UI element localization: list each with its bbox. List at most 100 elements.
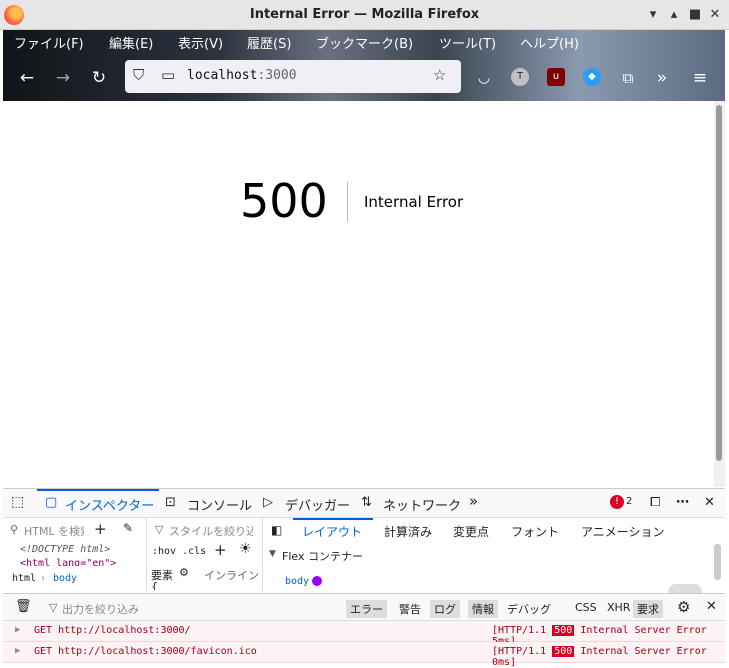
inline-label: インライン	[204, 569, 259, 582]
log-status-code: 500	[552, 646, 575, 657]
page-scrollbar[interactable]	[714, 101, 725, 487]
flex-color-swatch[interactable]	[312, 576, 322, 586]
flex-container-heading: Flex コンテナー	[282, 550, 363, 563]
devtools-body: ⚲ HTML を検索 + ✎ <!DOCTYPE html> <html lan…	[3, 518, 725, 593]
tab-changes[interactable]: 変更点	[453, 523, 489, 540]
overflow-icon[interactable]: »	[651, 67, 673, 89]
tab-layout[interactable]: レイアウト	[302, 523, 362, 540]
close-console-icon[interactable]: ✕	[702, 598, 721, 615]
tab-fonts[interactable]: フォント	[511, 523, 559, 540]
console-toolbar: 🗑 ▽ 出力を絞り込み エラー 警告 ログ 情報 デバッグ CSS XHR 要求…	[3, 593, 725, 621]
light-theme-icon[interactable]: ☀	[239, 541, 252, 557]
more-options-icon[interactable]: ⋯	[676, 495, 689, 510]
log-protocol: [HTTP/1.1	[492, 646, 547, 657]
log-row[interactable]: ▶ GET http://localhost:3000/ [HTTP/1.1 5…	[3, 621, 725, 647]
pocket-icon[interactable]: ◡	[473, 67, 495, 89]
console-settings-icon[interactable]: ⚙	[673, 597, 694, 617]
page-content	[3, 101, 714, 487]
active-tab-indicator	[37, 489, 159, 491]
expand-arrow-icon[interactable]: ▶	[15, 625, 20, 635]
tab-computed[interactable]: 計算済み	[384, 523, 432, 540]
filter-xhr[interactable]: XHR	[603, 600, 634, 615]
add-node-icon[interactable]: +	[94, 520, 107, 538]
tab-network[interactable]: ネットワーク	[383, 495, 461, 514]
menu-help[interactable]: ヘルプ(H)	[520, 33, 579, 52]
pick-element-icon[interactable]: ⬚	[11, 494, 24, 510]
bookmark-star-icon[interactable]: ☆	[433, 66, 446, 84]
debugger-icon: ▷	[263, 495, 273, 510]
menu-tools[interactable]: ツール(T)	[439, 33, 496, 52]
tab-console[interactable]: コンソール	[187, 495, 252, 514]
error-icon[interactable]: !	[610, 495, 624, 509]
filter-warnings[interactable]: 警告	[395, 600, 425, 618]
maximize-icon[interactable]: ■	[686, 6, 704, 24]
expand-arrow-icon[interactable]: ▶	[15, 646, 20, 656]
filter-debug[interactable]: デバッグ	[503, 600, 555, 618]
hov-cls-toggle[interactable]: :hov .cls	[152, 546, 206, 557]
flex-body-node[interactable]: body	[285, 576, 309, 587]
back-icon[interactable]: ←	[16, 67, 38, 89]
search-icon: ⚲	[10, 523, 19, 536]
close-devtools-icon[interactable]: ✕	[704, 495, 715, 510]
breadcrumb-html[interactable]: html	[12, 573, 36, 584]
expand-triangle-icon[interactable]: ▼	[269, 549, 276, 559]
breadcrumb-separator-icon: ›	[41, 573, 45, 584]
error-count[interactable]: 2	[626, 496, 632, 507]
log-row[interactable]: ▶ GET http://localhost:3000/favicon.ico …	[3, 642, 725, 668]
html-node[interactable]: <html lang="en">	[20, 558, 116, 566]
layout-scrollbar[interactable]	[714, 544, 721, 580]
more-tabs-icon[interactable]: »	[469, 492, 478, 510]
menu-bookmarks[interactable]: ブックマーク(B)	[316, 33, 413, 52]
menu-view[interactable]: 表示(V)	[178, 33, 223, 52]
page-icon[interactable]: ▭	[161, 66, 175, 84]
hamburger-menu-icon[interactable]: ≡	[689, 67, 711, 89]
error-divider	[347, 182, 348, 222]
crop-icon[interactable]: ⧉	[617, 67, 639, 89]
menu-edit[interactable]: 編集(E)	[109, 33, 153, 52]
ublock-icon[interactable]: u	[547, 68, 565, 86]
extension-icon[interactable]: ◆	[583, 68, 601, 86]
console-icon: ⊡	[165, 495, 176, 510]
filter-errors[interactable]: エラー	[346, 600, 387, 618]
network-icon: ⇅	[361, 495, 372, 510]
breadcrumb-body[interactable]: body	[53, 573, 77, 584]
tab-debugger[interactable]: デバッガー	[285, 495, 350, 514]
filter-info[interactable]: 情報	[468, 600, 498, 618]
eyedropper-icon[interactable]: ✎	[123, 521, 133, 535]
filter-icon: ▽	[155, 523, 164, 536]
console-filter-input[interactable]: 出力を絞り込み	[58, 600, 143, 618]
settings-gear-icon[interactable]: ⚙	[179, 566, 189, 579]
forward-icon[interactable]: →	[52, 67, 74, 89]
url-bar[interactable]: ⛉ ▭ localhost:3000 ☆	[125, 60, 461, 93]
layout-toggle-icon[interactable]: ◧	[271, 523, 282, 537]
trash-icon[interactable]: 🗑	[11, 598, 36, 615]
doctype-node[interactable]: <!DOCTYPE html>	[20, 544, 110, 555]
nav-toolbar: ← → ↻ ⛉ ▭ localhost:3000 ☆ ◡ T u ◆ ⧉ » ≡	[3, 54, 725, 101]
styles-filter-input[interactable]: スタイルを絞り込み	[169, 523, 253, 539]
minimize-icon[interactable]: ▾	[644, 6, 662, 24]
menu-file[interactable]: ファイル(F)	[14, 33, 84, 52]
close-icon[interactable]: ✕	[706, 6, 724, 24]
log-url[interactable]: http://localhost:3000/favicon.ico	[58, 646, 257, 657]
add-rule-icon[interactable]: +	[214, 541, 227, 559]
dock-icon[interactable]: ⧠	[650, 495, 660, 510]
menubar: ファイル(F) 編集(E) 表示(V) 履歴(S) ブックマーク(B) ツール(…	[3, 30, 725, 54]
tab-inspector[interactable]: インスペクター	[65, 495, 154, 514]
html-search-input[interactable]: HTML を検索	[24, 523, 84, 539]
account-icon[interactable]: T	[511, 68, 529, 86]
filter-css[interactable]: CSS	[571, 600, 601, 615]
browser-chrome: ファイル(F) 編集(E) 表示(V) 履歴(S) ブックマーク(B) ツール(…	[3, 30, 725, 101]
filter-logs[interactable]: ログ	[430, 600, 460, 618]
error-code: 500	[240, 174, 328, 228]
log-url[interactable]: http://localhost:3000/	[58, 625, 190, 636]
scrollbar-thumb[interactable]	[716, 105, 722, 461]
flex-toggle[interactable]	[668, 584, 702, 593]
tab-animations[interactable]: アニメーション	[581, 523, 665, 540]
menu-history[interactable]: 履歴(S)	[247, 33, 291, 52]
filter-requests[interactable]: 要求	[633, 600, 663, 618]
reload-icon[interactable]: ↻	[88, 67, 110, 89]
rule-brace: {	[151, 580, 158, 590]
url-text[interactable]: localhost:3000	[187, 68, 297, 83]
restore-icon[interactable]: ▴	[665, 6, 683, 24]
shield-icon[interactable]: ⛉	[133, 66, 144, 84]
